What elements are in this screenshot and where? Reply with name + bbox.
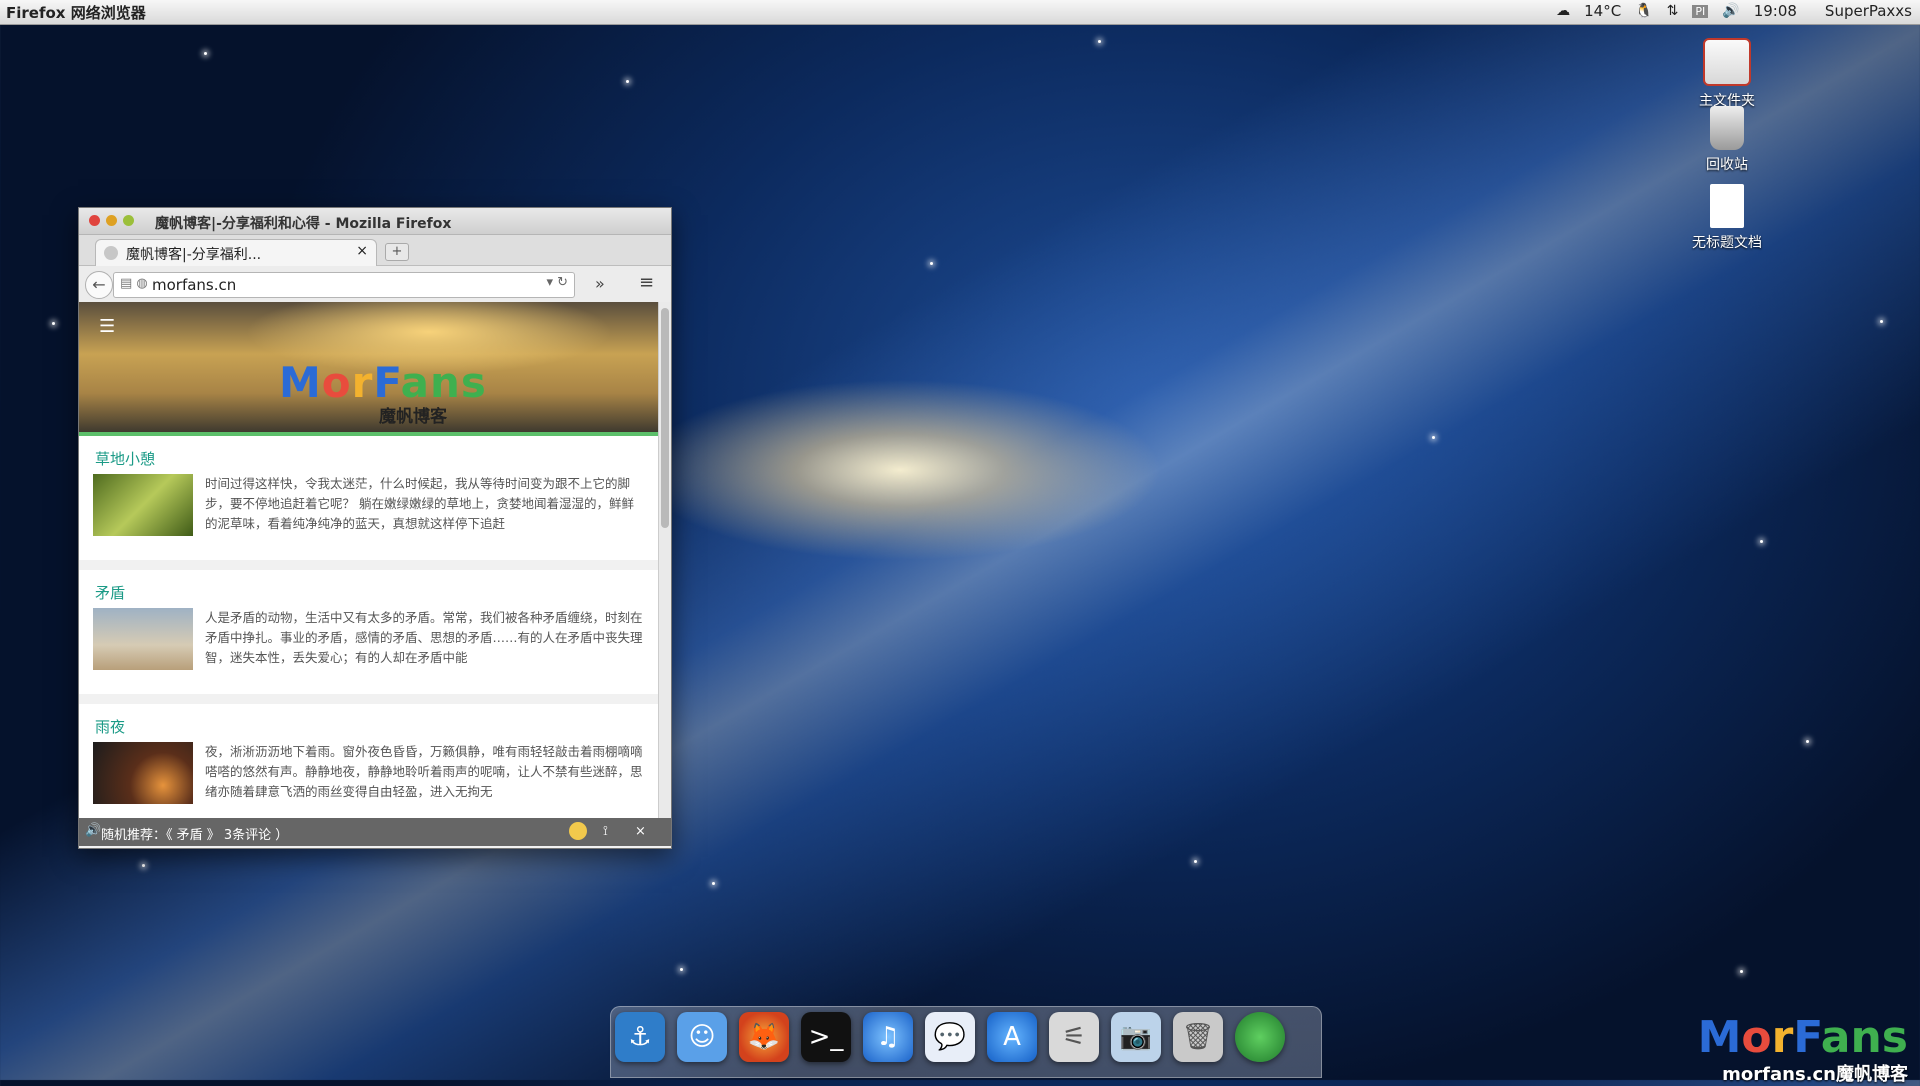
- active-app-name[interactable]: Firefox 网络浏览器: [6, 2, 146, 23]
- user-name[interactable]: SuperPaxxs: [1825, 2, 1912, 20]
- page-content: ☰ MorFans 魔帆博客 草地小憩 时间过得这样快，令我太迷茫，什么时候起，…: [79, 302, 659, 818]
- top-panel: Firefox 网络浏览器 ☁ 14°C 🐧 ⇅ PI 🔊 19:08 Supe…: [0, 0, 1920, 25]
- back-button[interactable]: ←: [85, 271, 113, 299]
- weather-icon[interactable]: ☁: [1556, 3, 1570, 19]
- weather-temp[interactable]: 14°C: [1584, 2, 1621, 20]
- post-item: 雨夜 夜，淅淅沥沥地下着雨。窗外夜色昏昏，万籁俱静，唯有雨轻轻敲击着雨棚嘀嘀嗒嗒…: [79, 704, 659, 818]
- favicon-icon: [104, 246, 118, 260]
- overflow-chevron-icon[interactable]: »: [595, 274, 605, 293]
- home-folder-icon: [1703, 38, 1751, 86]
- site-identity-icon[interactable]: ▤ ◍: [120, 276, 148, 291]
- new-tab-button[interactable]: +: [385, 243, 409, 261]
- input-method-icon[interactable]: PI: [1692, 4, 1709, 18]
- firefox-icon[interactable]: 🦊: [739, 1012, 789, 1062]
- watermark-url: morfans.cn魔帆博客: [1722, 1064, 1908, 1085]
- post-title[interactable]: 矛盾: [95, 582, 125, 603]
- trash-icon: [1710, 106, 1744, 150]
- post-item: 矛盾 人是矛盾的动物，生活中又有太多的矛盾。常常，我们被各种矛盾缠绕，时刻在矛盾…: [79, 570, 659, 704]
- url-text[interactable]: morfans.cn: [152, 276, 236, 294]
- window-title: 魔帆博客|-分享福利和心得 - Mozilla Firefox: [155, 216, 452, 232]
- scrollbar-thumb[interactable]: [661, 308, 669, 528]
- minimize-window-icon[interactable]: [106, 215, 117, 226]
- anchor-icon[interactable]: ⚓: [615, 1012, 665, 1062]
- site-menu-icon[interactable]: ☰: [99, 316, 115, 337]
- tab-bar: 魔帆博客|-分享福利... × +: [79, 235, 671, 266]
- post-item: 草地小憩 时间过得这样快，令我太迷茫，什么时候起，我从等待时间变为跟不上它的脚步…: [79, 436, 659, 570]
- url-bar[interactable]: ▤ ◍ morfans.cn ▾ ↻: [113, 272, 575, 298]
- url-dropdown-reload-icon[interactable]: ▾ ↻: [546, 275, 568, 290]
- desktop-icon-home[interactable]: 主文件夹: [1682, 38, 1772, 110]
- rss-icon[interactable]: ⟟: [603, 824, 608, 839]
- smiley-icon[interactable]: [569, 822, 587, 840]
- close-window-icon[interactable]: [89, 215, 100, 226]
- post-excerpt: 夜，淅淅沥沥地下着雨。窗外夜色昏昏，万籁俱静，唯有雨轻轻敲击着雨棚嘀嘀嗒嗒的悠然…: [205, 744, 643, 799]
- close-tab-icon[interactable]: ×: [356, 243, 368, 259]
- post-excerpt: 时间过得这样快，令我太迷茫，什么时候起，我从等待时间变为跟不上它的脚步，要不停地…: [205, 476, 634, 531]
- window-titlebar[interactable]: 魔帆博客|-分享福利和心得 - Mozilla Firefox: [79, 208, 671, 235]
- watermark-logo: MorFans: [1697, 1012, 1908, 1063]
- post-excerpt: 人是矛盾的动物，生活中又有太多的矛盾。常常，我们被各种矛盾缠绕，时刻在矛盾中挣扎…: [205, 610, 643, 665]
- app-store-icon[interactable]: A: [987, 1012, 1037, 1062]
- speaker-icon: 🔊: [85, 823, 102, 838]
- watermark: MorFans morfans.cn魔帆博客: [1698, 1016, 1908, 1086]
- page-scrollbar[interactable]: [658, 302, 671, 818]
- network-icon[interactable]: ⇅: [1667, 3, 1679, 19]
- site-banner: ☰ MorFans 魔帆博客: [79, 302, 659, 436]
- site-subtitle: 魔帆博客: [379, 407, 447, 427]
- green-orb-icon[interactable]: [1235, 1012, 1285, 1062]
- close-icon[interactable]: ×: [635, 824, 646, 839]
- post-thumbnail[interactable]: [93, 474, 193, 536]
- nav-bar: ← ▤ ◍ morfans.cn ▾ ↻ » ≡: [79, 266, 671, 303]
- desktop-icon-document[interactable]: 无标题文档: [1682, 184, 1772, 252]
- random-recommend-bar: 🔊 随机推荐：《 矛盾 》 3条评论 ） ⟟ ×: [79, 818, 671, 846]
- document-icon: [1710, 184, 1744, 228]
- tab-label: 魔帆博客|-分享福利...: [126, 247, 262, 263]
- firefox-window: 魔帆博客|-分享福利和心得 - Mozilla Firefox 魔帆博客|-分享…: [78, 207, 672, 849]
- post-thumbnail[interactable]: [93, 742, 193, 804]
- desktop-icon-label: 无标题文档: [1692, 235, 1762, 251]
- maximize-window-icon[interactable]: [123, 215, 134, 226]
- desktop-icon-label: 回收站: [1706, 157, 1748, 173]
- tab-active[interactable]: 魔帆博客|-分享福利... ×: [95, 239, 377, 266]
- settings-sliders-icon[interactable]: ⚟: [1049, 1012, 1099, 1062]
- site-logo[interactable]: MorFans: [279, 358, 487, 407]
- post-title[interactable]: 雨夜: [95, 716, 125, 737]
- camera-icon[interactable]: 📷: [1111, 1012, 1161, 1062]
- random-recommend-text[interactable]: 随机推荐：《 矛盾 》 3条评论 ）: [101, 824, 288, 843]
- post-thumbnail[interactable]: [93, 608, 193, 670]
- hamburger-menu-icon[interactable]: ≡: [639, 272, 654, 293]
- desktop-icon-trash[interactable]: 回收站: [1682, 106, 1772, 174]
- dock-icons: ⚓ ☺ 🦊 >_ ♫ 💬 A ⚟ 📷 🗑: [615, 1012, 1285, 1062]
- post-title[interactable]: 草地小憩: [95, 448, 155, 469]
- terminal-icon[interactable]: >_: [801, 1012, 851, 1062]
- volume-icon[interactable]: 🔊: [1722, 3, 1739, 19]
- itunes-icon[interactable]: ♫: [863, 1012, 913, 1062]
- tux-icon[interactable]: 🐧: [1635, 3, 1652, 19]
- trash-dock-icon[interactable]: 🗑: [1173, 1012, 1223, 1062]
- messages-icon[interactable]: 💬: [925, 1012, 975, 1062]
- finder-icon[interactable]: ☺: [677, 1012, 727, 1062]
- clock[interactable]: 19:08: [1754, 2, 1797, 20]
